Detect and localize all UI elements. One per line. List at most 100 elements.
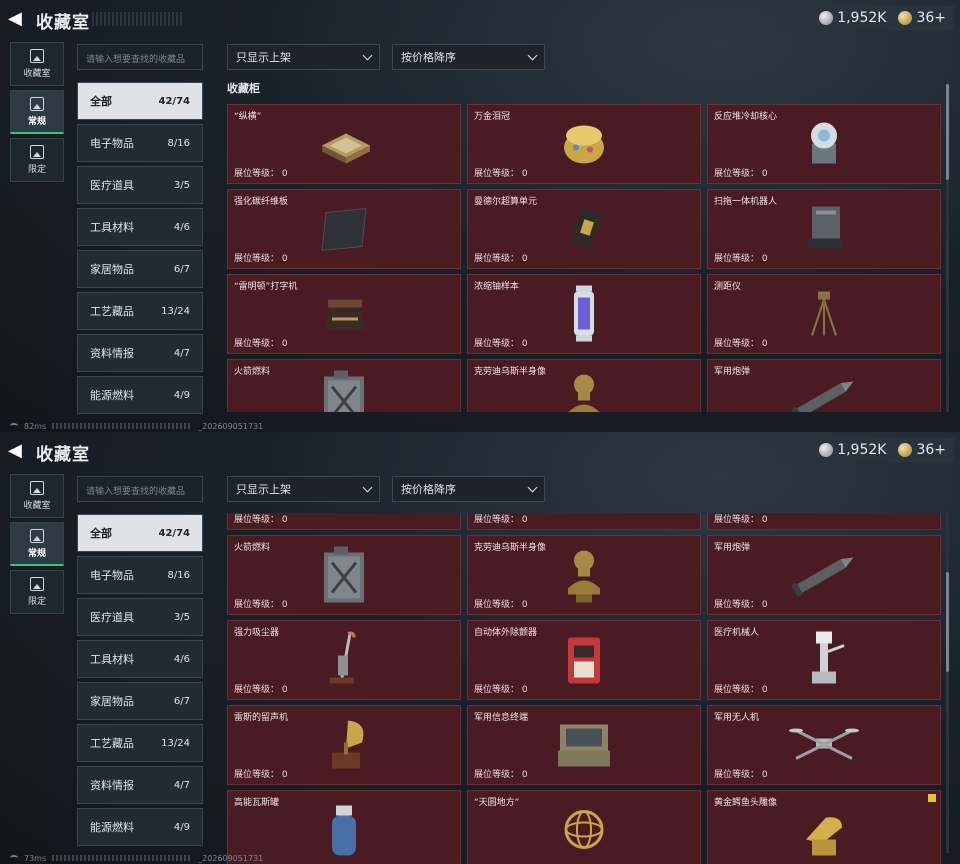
- category-list: 全部 42/74 电子物品 8/16 医疗道具 3/5 工具材料 4/6 家居物品 6/7…: [77, 82, 203, 418]
- ping-text: 82ms: [24, 421, 47, 431]
- category-name: 工艺藏品: [90, 305, 134, 318]
- category-name: 全部: [90, 95, 112, 108]
- item-level: 展位等级： 0: [474, 254, 528, 264]
- category-energy[interactable]: 能源燃料 4/9: [77, 376, 203, 414]
- gold-amount: 36+: [916, 10, 946, 26]
- collection-item-card[interactable]: 展位等级： 0: [707, 513, 941, 530]
- collection-item-card[interactable]: “纵横” 展位等级： 0: [227, 104, 461, 184]
- status-bar: 73ms _202609051731: [0, 852, 960, 864]
- search-input[interactable]: 请输入想要查找的收藏品: [77, 44, 203, 70]
- scrollbar-track[interactable]: [946, 513, 949, 853]
- item-name: 曼德尔超算单元: [474, 197, 538, 207]
- category-count: 42/74: [158, 527, 190, 539]
- item-level: 展位等级： 0: [714, 770, 768, 780]
- jeweled-egg-icon: [556, 118, 612, 173]
- category-electronics[interactable]: 电子物品 8/16: [77, 124, 203, 162]
- side-item-collection[interactable]: 收藏室: [10, 42, 64, 86]
- collection-item-card[interactable]: 曼德尔超算单元 展位等级： 0: [467, 189, 701, 269]
- search-input[interactable]: 请输入想要查找的收藏品: [77, 476, 203, 502]
- scrollbar-thumb[interactable]: [946, 84, 949, 180]
- side-item-label: 限定: [27, 597, 46, 607]
- category-crafts[interactable]: 工艺藏品 13/24: [77, 292, 203, 330]
- collection-item-card[interactable]: 军用炮弹展位等级： 0: [707, 359, 941, 412]
- category-name: 医疗道具: [90, 179, 134, 192]
- back-button[interactable]: ◀: [8, 9, 28, 29]
- item-level: 展位等级： 0: [474, 169, 528, 179]
- shelf-filter-dropdown[interactable]: 只显示上架: [227, 476, 380, 502]
- collection-item-card[interactable]: 扫拖一体机器人 展位等级： 0: [707, 189, 941, 269]
- category-tools[interactable]: 工具材料 4/6: [77, 208, 203, 246]
- collection-item-card[interactable]: 军用炮弹展位等级： 0: [707, 535, 941, 615]
- category-all[interactable]: 全部 42/74: [77, 514, 203, 552]
- category-count: 6/7: [173, 263, 190, 275]
- category-electronics[interactable]: 电子物品 8/16: [77, 556, 203, 594]
- back-button[interactable]: ◀: [8, 441, 28, 461]
- sort-dropdown[interactable]: 按价格降序: [392, 44, 545, 70]
- title-decoration: [92, 12, 182, 26]
- collection-item-card[interactable]: 展位等级： 0: [467, 513, 701, 530]
- category-name: 电子物品: [90, 569, 134, 582]
- fuel-canister-icon: [318, 367, 370, 412]
- sort-dropdown[interactable]: 按价格降序: [392, 476, 545, 502]
- collection-item-card[interactable]: 自动体外除颤器 展位等级： 0: [467, 620, 701, 700]
- category-intel[interactable]: 资料情报 4/7: [77, 334, 203, 372]
- category-tools[interactable]: 工具材料 4/6: [77, 640, 203, 678]
- collection-item-card[interactable]: 医疗机械人 展位等级： 0: [707, 620, 941, 700]
- side-item-label: 常规: [27, 548, 46, 559]
- scrollbar-thumb[interactable]: [946, 572, 949, 672]
- limited-icon: [30, 577, 44, 591]
- collection-item-card[interactable]: 强化碳纤维板 展位等级： 0: [227, 189, 461, 269]
- item-level: 展位等级： 0: [714, 254, 768, 264]
- chevron-down-icon: [527, 50, 538, 60]
- collection-item-card[interactable]: 火箭燃料展位等级： 0: [227, 535, 461, 615]
- collection-item-card[interactable]: 军用无人机 展位等级： 0: [707, 705, 941, 785]
- vacuum-cleaner-icon: [322, 628, 366, 695]
- item-name: 强化碳纤维板: [234, 197, 289, 207]
- collection-item-card[interactable]: 军用信息终端 展位等级： 0: [467, 705, 701, 785]
- collection-item-card[interactable]: 火箭燃料展位等级： 0: [227, 359, 461, 412]
- category-intel[interactable]: 资料情报 4/7: [77, 766, 203, 804]
- item-name: 火箭燃料: [234, 367, 271, 377]
- side-item-limited[interactable]: 限定: [10, 570, 64, 614]
- category-all[interactable]: 全部 42/74: [77, 82, 203, 120]
- header: ◀ 收藏室 1,952K 36+: [0, 0, 960, 36]
- collection-item-card[interactable]: 克劳迪乌斯半身像展位等级： 0: [467, 359, 701, 412]
- side-item-regular[interactable]: 常规: [10, 522, 64, 566]
- shelf-filter-dropdown[interactable]: 只显示上架: [227, 44, 380, 70]
- collection-item-card[interactable]: 克劳迪乌斯半身像展位等级： 0: [467, 535, 701, 615]
- category-name: 全部: [90, 527, 112, 540]
- category-crafts[interactable]: 工艺藏品 13/24: [77, 724, 203, 762]
- alert-badge-icon: [928, 794, 936, 802]
- defibrillator-icon: [560, 630, 608, 693]
- header: ◀ 收藏室 1,952K 36+: [0, 432, 960, 468]
- collection-item-card[interactable]: 强力吸尘器 展位等级： 0: [227, 620, 461, 700]
- wifi-icon: [10, 855, 18, 861]
- category-household[interactable]: 家居物品 6/7: [77, 682, 203, 720]
- limited-icon: [30, 145, 44, 159]
- collection-item-card[interactable]: 浓缩铀样本 展位等级： 0: [467, 274, 701, 354]
- side-item-regular[interactable]: 常规: [10, 90, 64, 134]
- reactor-core-icon: [796, 118, 852, 173]
- dropdown-value: 按价格降序: [401, 51, 456, 64]
- category-count: 3/5: [173, 179, 190, 191]
- item-level: 展位等级： 0: [714, 600, 768, 610]
- collection-item-card[interactable]: “雷明顿”打字机 展位等级： 0: [227, 274, 461, 354]
- side-item-label: 收藏室: [23, 69, 51, 79]
- side-item-limited[interactable]: 限定: [10, 138, 64, 182]
- category-household[interactable]: 家居物品 6/7: [77, 250, 203, 288]
- side-item-collection[interactable]: 收藏室: [10, 474, 64, 518]
- category-medical[interactable]: 医疗道具 3/5: [77, 598, 203, 636]
- category-medical[interactable]: 医疗道具 3/5: [77, 166, 203, 204]
- fuel-canister-icon: [318, 543, 370, 610]
- collection-item-card[interactable]: 雷斯的留声机 展位等级： 0: [227, 705, 461, 785]
- category-count: 4/9: [173, 389, 190, 401]
- category-energy[interactable]: 能源燃料 4/9: [77, 808, 203, 846]
- item-grid: “纵横” 展位等级： 0 万金泪冠 展位等级： 0 反应堆冷却核心 展位等级： 0 强化碳纤…: [227, 104, 941, 412]
- item-level: 展位等级： 0: [714, 339, 768, 349]
- silver-amount: 1,952K: [837, 442, 887, 458]
- item-level: 展位等级： 0: [474, 339, 528, 349]
- collection-item-card[interactable]: 反应堆冷却核心 展位等级： 0: [707, 104, 941, 184]
- collection-item-card[interactable]: 测距仪 展位等级： 0: [707, 274, 941, 354]
- collection-item-card[interactable]: 展位等级： 0: [227, 513, 461, 530]
- collection-item-card[interactable]: 万金泪冠 展位等级： 0: [467, 104, 701, 184]
